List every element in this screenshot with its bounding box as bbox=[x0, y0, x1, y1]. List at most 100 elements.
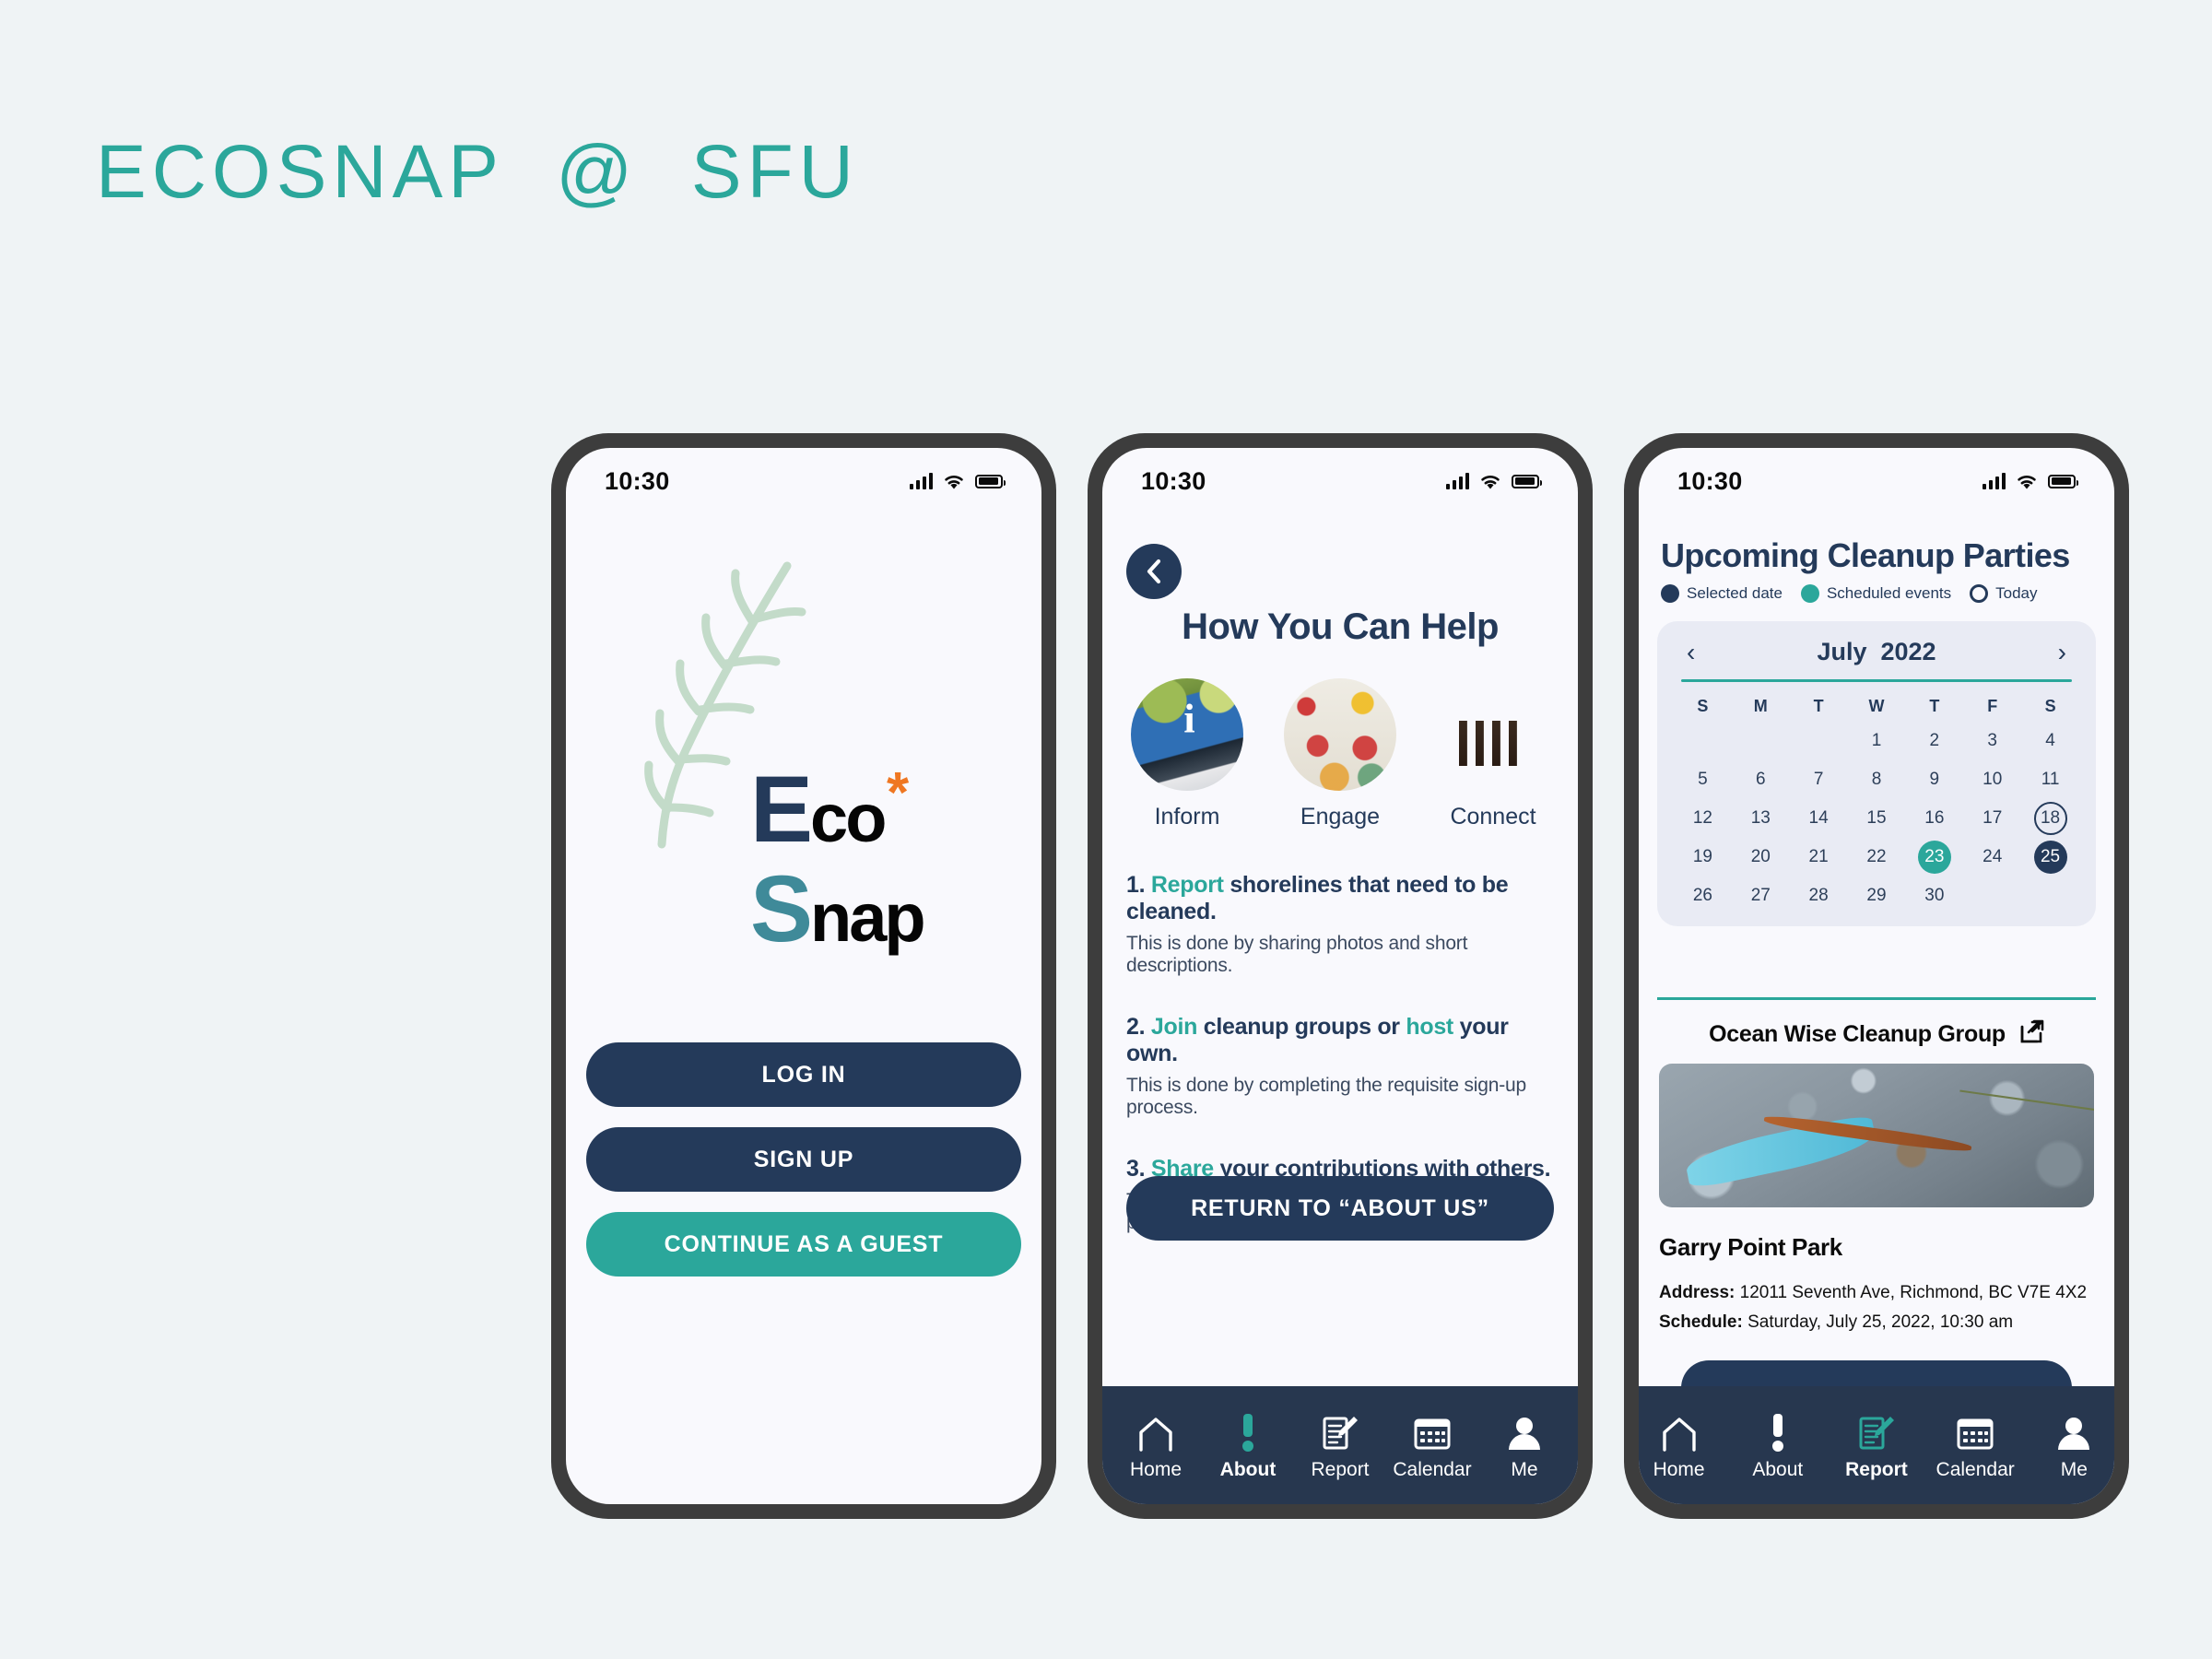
external-link-icon[interactable] bbox=[2020, 1019, 2044, 1050]
calendar-cell: 22 bbox=[1848, 840, 1906, 875]
calendar-day-25[interactable]: 25 bbox=[2033, 841, 2067, 874]
next-month-button[interactable]: › bbox=[2053, 639, 2072, 665]
step-keyword-2: host bbox=[1406, 1014, 1453, 1040]
event-schedule: Schedule: Saturday, July 25, 2022, 10:30… bbox=[1659, 1312, 2094, 1333]
calendar-cell: 13 bbox=[1732, 801, 1790, 836]
calendar-day-16[interactable]: 16 bbox=[1918, 802, 1951, 835]
nav-item-about[interactable]: About bbox=[1735, 1409, 1820, 1481]
battery-icon bbox=[1512, 474, 1542, 488]
calendar-day-2[interactable]: 2 bbox=[1918, 724, 1951, 758]
return-to-about-us-button[interactable]: RETURN TO “ABOUT US” bbox=[1126, 1176, 1554, 1241]
calendar-day-21[interactable]: 21 bbox=[1802, 841, 1835, 874]
calendar-cell: 29 bbox=[1848, 878, 1906, 913]
pillar-list: Inform Engage Connect bbox=[1102, 678, 1578, 830]
report-pencil-icon bbox=[1857, 1409, 1896, 1452]
calendar-dow-label: S bbox=[2044, 697, 2056, 715]
calendar-day-27[interactable]: 27 bbox=[1744, 879, 1777, 912]
calendar-day-15[interactable]: 15 bbox=[1860, 802, 1893, 835]
calendar-day-grid: 1 2 3 4 5 6 7 8 9 10 11 12 13 14 15 16 17 18 19 20 21 22 23 24 2… bbox=[1674, 724, 2079, 913]
calendar-day-7[interactable]: 7 bbox=[1802, 763, 1835, 796]
status-icons bbox=[910, 473, 1006, 490]
calendar-cell: 9 bbox=[1905, 762, 1963, 797]
calendar-day-29[interactable]: 29 bbox=[1860, 879, 1893, 912]
step-subtext: This is done by completing the requisite… bbox=[1126, 1075, 1526, 1118]
calendar-day-17[interactable]: 17 bbox=[1976, 802, 2009, 835]
calendar-day-11[interactable]: 11 bbox=[2034, 763, 2067, 796]
report-pencil-icon bbox=[1321, 1409, 1359, 1452]
calendar-day-9[interactable]: 9 bbox=[1918, 763, 1951, 796]
prev-month-button[interactable]: ‹ bbox=[1681, 639, 1700, 665]
step-item: 2. Join cleanup groups or host your own.… bbox=[1126, 1014, 1554, 1119]
logo-letters-nap: nap bbox=[810, 879, 926, 956]
logo-wordmark: Eco * Snap bbox=[750, 762, 926, 956]
calendar-day-6[interactable]: 6 bbox=[1744, 763, 1777, 796]
calendar-icon bbox=[1956, 1409, 1994, 1452]
status-time: 10:30 bbox=[1141, 466, 1206, 495]
nav-item-report[interactable]: Report bbox=[1834, 1409, 1919, 1481]
phone-mockup-login: 10:30 Eco * Snap LOG IN SIGN UP CONTINUE… bbox=[551, 433, 1056, 1519]
calendar-cell: 4 bbox=[2021, 724, 2079, 759]
calendar-day-12[interactable]: 12 bbox=[1686, 802, 1719, 835]
calendar-cell: 3 bbox=[1963, 724, 2021, 759]
back-button[interactable] bbox=[1126, 544, 1182, 599]
calendar-day-28[interactable]: 28 bbox=[1802, 879, 1835, 912]
wifi-icon bbox=[2018, 475, 2036, 488]
legend-label: Scheduled events bbox=[1826, 584, 1952, 602]
pillar-inform[interactable]: Inform bbox=[1131, 678, 1243, 830]
auth-button-stack: LOG IN SIGN UP CONTINUE AS A GUEST bbox=[566, 1042, 1041, 1297]
battery-icon bbox=[2048, 474, 2078, 488]
legend-dot-navy-icon bbox=[1661, 584, 1679, 603]
calendar-day-24[interactable]: 24 bbox=[1976, 841, 2009, 874]
nav-item-calendar[interactable]: Calendar bbox=[1933, 1409, 2018, 1481]
screen-how-you-can-help: 10:30 How You Can Help i Inform Engage C… bbox=[1102, 448, 1578, 1504]
nav-item-me[interactable]: Me bbox=[1482, 1409, 1567, 1481]
calendar-dow-label: W bbox=[1868, 697, 1885, 715]
nav-item-about[interactable]: About bbox=[1206, 1409, 1290, 1481]
calendar-day-3[interactable]: 3 bbox=[1976, 724, 2009, 758]
nav-item-report[interactable]: Report bbox=[1298, 1409, 1382, 1481]
shoreline-debris-photo bbox=[1659, 1064, 2094, 1207]
calendar-day-23[interactable]: 23 bbox=[1917, 841, 1951, 874]
calendar-day-10[interactable]: 10 bbox=[1976, 763, 2009, 796]
nav-label: Calendar bbox=[1936, 1459, 2015, 1480]
calendar-cell: 27 bbox=[1732, 878, 1790, 913]
calendar-day-5[interactable]: 5 bbox=[1686, 763, 1719, 796]
step-keyword: Report bbox=[1150, 872, 1224, 898]
calendar-day-26[interactable]: 26 bbox=[1686, 879, 1719, 912]
calendar-day-4[interactable]: 4 bbox=[2034, 724, 2067, 758]
calendar-day-30[interactable]: 30 bbox=[1918, 879, 1951, 912]
calendar-dow-label: S bbox=[1697, 697, 1709, 715]
calendar-day-13[interactable]: 13 bbox=[1744, 802, 1777, 835]
calendar-day-20[interactable]: 20 bbox=[1744, 841, 1777, 874]
status-bar: 10:30 bbox=[566, 448, 1041, 514]
calendar-day-22[interactable]: 22 bbox=[1860, 841, 1893, 874]
calendar-icon bbox=[1413, 1409, 1452, 1452]
nav-item-home[interactable]: Home bbox=[1639, 1409, 1722, 1481]
calendar-divider bbox=[1681, 679, 2072, 682]
pillar-engage[interactable]: Engage bbox=[1284, 678, 1396, 830]
calendar-cell: 6 bbox=[1732, 762, 1790, 797]
exclamation-icon bbox=[1240, 1409, 1256, 1452]
nav-item-home[interactable]: Home bbox=[1113, 1409, 1198, 1481]
calendar-header: ‹ July 2022 › bbox=[1674, 638, 2079, 666]
calendar-day-8[interactable]: 8 bbox=[1860, 763, 1893, 796]
legend-label: Selected date bbox=[1687, 584, 1783, 602]
wifi-icon bbox=[1481, 475, 1500, 488]
brand-logo: Eco * Snap bbox=[566, 549, 1041, 1010]
nav-item-calendar[interactable]: Calendar bbox=[1390, 1409, 1475, 1481]
calendar-day-14[interactable]: 14 bbox=[1802, 802, 1835, 835]
calendar-blank-cell bbox=[1790, 724, 1848, 759]
calendar-blank-cell bbox=[1732, 724, 1790, 759]
calendar-day-18[interactable]: 18 bbox=[2033, 802, 2067, 835]
calendar-day-19[interactable]: 19 bbox=[1686, 841, 1719, 874]
continue-as-guest-button[interactable]: CONTINUE AS A GUEST bbox=[586, 1212, 1021, 1277]
signup-button[interactable]: SIGN UP bbox=[586, 1127, 1021, 1192]
calendar-day-1[interactable]: 1 bbox=[1860, 724, 1893, 758]
pillar-connect[interactable]: Connect bbox=[1437, 678, 1549, 830]
calendar-widget: ‹ July 2022 › SMTWTFS 1 2 3 4 5 6 7 8 9 10 11 12 13 1… bbox=[1657, 621, 2096, 926]
schedule-value: Saturday, July 25, 2022, 10:30 am bbox=[1742, 1312, 2014, 1332]
login-button[interactable]: LOG IN bbox=[586, 1042, 1021, 1107]
friends-sunset-photo bbox=[1437, 678, 1549, 791]
step-number: 2. bbox=[1126, 1014, 1151, 1040]
nav-item-me[interactable]: Me bbox=[2031, 1409, 2114, 1481]
